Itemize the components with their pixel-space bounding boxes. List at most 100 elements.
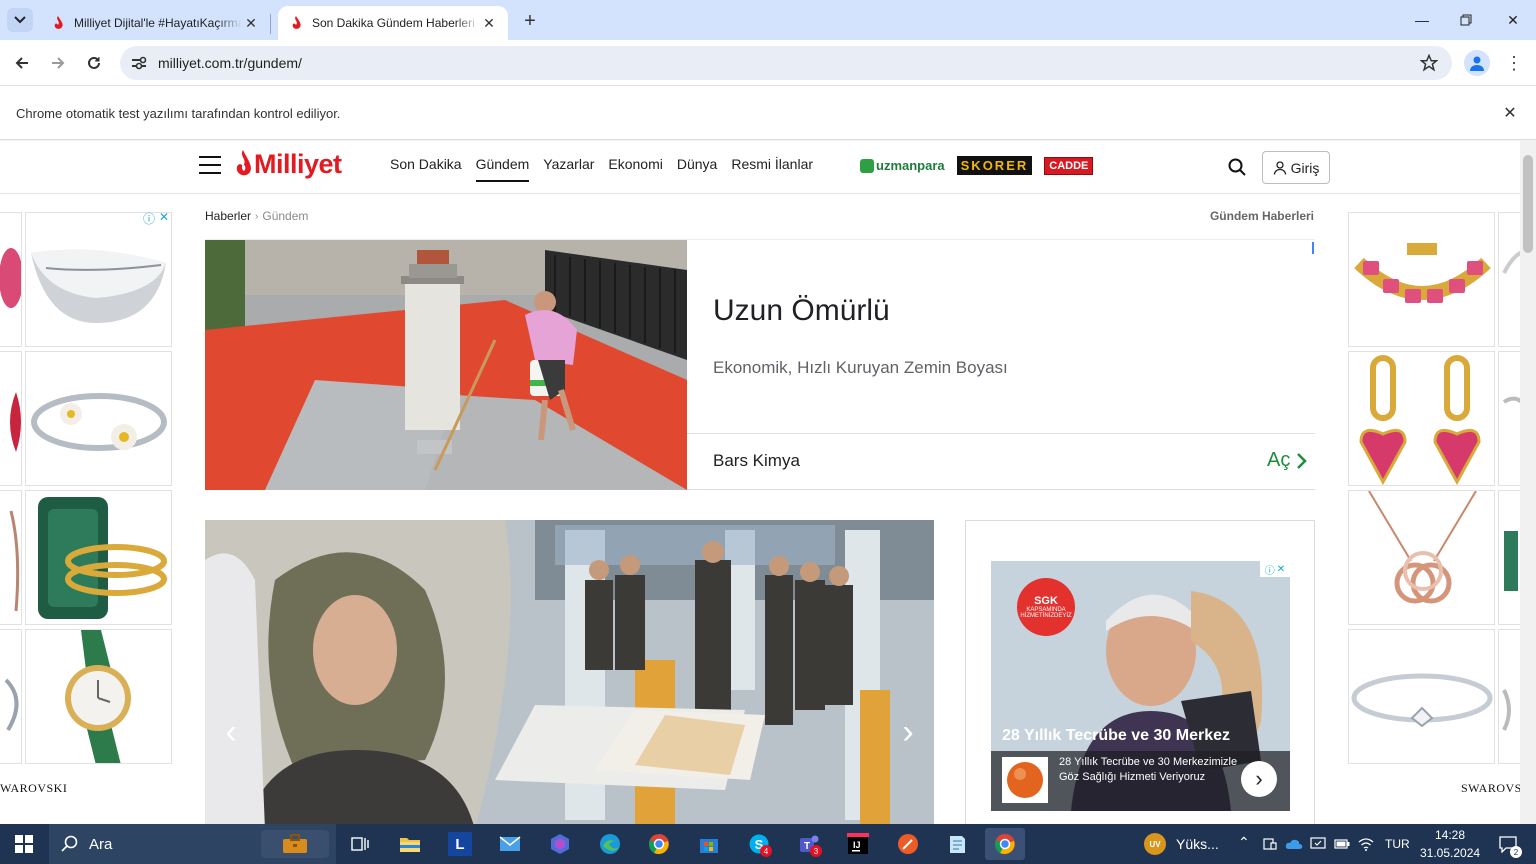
bookmark-star-icon[interactable]: [1414, 48, 1444, 78]
breadcrumb-current[interactable]: Gündem: [262, 209, 308, 223]
tab-milliyet-dijital[interactable]: Milliyet Dijital'le #HayatıKaçırma ✕: [40, 6, 270, 40]
postman-icon[interactable]: [888, 828, 928, 860]
tab-close-icon[interactable]: ✕: [242, 14, 260, 32]
ad-choices[interactable]: ⓘ ✕: [143, 210, 169, 227]
copilot-icon[interactable]: [540, 828, 580, 860]
intellij-icon[interactable]: IJ: [838, 828, 878, 860]
milliyet-logo[interactable]: Milliyet: [234, 147, 342, 181]
product-tile[interactable]: [0, 629, 22, 764]
tab-gundem[interactable]: Son Dakika Gündem Haberleri ✕: [278, 6, 508, 40]
ad-banner-image[interactable]: [205, 240, 687, 490]
infobar-close-icon[interactable]: ✕: [1500, 103, 1520, 123]
product-tile-watch[interactable]: [25, 629, 172, 764]
product-tile-ring[interactable]: [25, 490, 172, 625]
ad-banner[interactable]: Uzun Ömürlü Ekonomik, Hızlı Kuruyan Zemi…: [205, 239, 1315, 490]
slider-next-arrow-icon[interactable]: ›: [894, 710, 922, 754]
minimize-icon[interactable]: —: [1402, 8, 1442, 32]
file-explorer-icon[interactable]: [390, 828, 430, 860]
tab-search-button[interactable]: [7, 8, 33, 32]
browser-toolbar: milliyet.com.tr/gundem/ ⋮: [0, 40, 1536, 86]
nav-son-dakika[interactable]: Son Dakika: [390, 156, 462, 182]
reload-icon[interactable]: [81, 50, 107, 76]
notifications-icon[interactable]: 2: [1488, 828, 1528, 860]
page-viewport: Milliyet Son Dakika Gündem Yazarlar Ekon…: [0, 141, 1536, 824]
product-tile-bowl[interactable]: [25, 212, 172, 347]
tray-network-settings-icon[interactable]: [1308, 828, 1328, 860]
taskbar-search-placeholder: Ara: [89, 835, 113, 853]
page-scrollbar[interactable]: [1520, 141, 1536, 824]
login-button[interactable]: Giriş: [1262, 151, 1330, 184]
skype-icon[interactable]: S 4: [739, 828, 779, 860]
address-bar[interactable]: milliyet.com.tr/gundem/: [120, 46, 1452, 80]
slider-image[interactable]: [205, 520, 934, 824]
ad-open-button[interactable]: Aç: [1267, 449, 1308, 472]
ad-brand[interactable]: Bars Kimya: [713, 451, 800, 471]
news-slider[interactable]: ‹ ›: [205, 520, 934, 824]
sgk-advertiser-logo[interactable]: [1002, 757, 1048, 803]
mail-icon[interactable]: [490, 828, 530, 860]
sgk-ad[interactable]: ⓘ ✕ SGK KAPSAMINDA HİZMETİNİZDEYİZ 28 Yı…: [991, 561, 1290, 811]
uzmanpara-logo[interactable]: uzmanpara: [860, 158, 945, 173]
restore-icon[interactable]: [1446, 8, 1486, 32]
ad-title[interactable]: Uzun Ömürlü: [713, 294, 890, 328]
chrome-icon[interactable]: [639, 828, 679, 860]
forward-arrow-icon[interactable]: [45, 50, 71, 76]
site-info-icon[interactable]: [124, 48, 154, 78]
language-indicator[interactable]: TUR: [1385, 837, 1410, 851]
cadde-logo[interactable]: CADDE: [1044, 156, 1094, 175]
nav-dunya[interactable]: Dünya: [677, 156, 717, 182]
product-tile-bangle[interactable]: [25, 351, 172, 486]
section-title: Gündem Haberleri: [1209, 209, 1314, 223]
microsoft-store-icon[interactable]: [689, 828, 729, 860]
sgk-go-button[interactable]: ›: [1241, 761, 1277, 797]
browser-menu-icon[interactable]: ⋮: [1504, 50, 1524, 76]
ad-info-icon[interactable]: ⓘ: [1265, 562, 1275, 577]
scrollbar-thumb[interactable]: [1523, 155, 1533, 253]
clock-date[interactable]: 31.05.2024: [1420, 846, 1480, 860]
nav-ekonomi[interactable]: Ekonomi: [608, 156, 662, 182]
edge-browser-icon[interactable]: [590, 828, 630, 860]
profile-avatar-icon[interactable]: [1464, 50, 1490, 76]
flame-logo-icon: [236, 150, 251, 176]
back-arrow-icon[interactable]: [9, 50, 35, 76]
chevron-right-icon: [1297, 452, 1308, 469]
breadcrumb-root[interactable]: Haberler: [205, 209, 251, 223]
windows-start-icon[interactable]: [4, 828, 44, 860]
hamburger-menu-icon[interactable]: [199, 156, 221, 174]
tray-chevron-up-icon[interactable]: ⌃: [1238, 834, 1250, 851]
skorer-logo[interactable]: SKORER: [956, 156, 1033, 175]
product-tile-earrings[interactable]: [1348, 351, 1495, 486]
nav-gundem[interactable]: Gündem: [475, 156, 529, 182]
onedrive-cloud-icon[interactable]: [1284, 828, 1304, 860]
ad-close-icon[interactable]: ✕: [159, 210, 169, 227]
task-view-icon[interactable]: [340, 828, 380, 860]
slider-prev-arrow-icon[interactable]: ‹: [217, 710, 245, 754]
nav-resmi-ilanlar[interactable]: Resmi İlanlar: [731, 156, 813, 182]
product-tile[interactable]: [0, 490, 22, 625]
ad-close-icon[interactable]: ✕: [1277, 564, 1285, 575]
ad-choices[interactable]: ⓘ ✕: [1260, 561, 1290, 577]
product-tile-bracelet-pink[interactable]: [1348, 212, 1495, 347]
l-app-icon[interactable]: L: [440, 828, 480, 860]
tray-display-icon[interactable]: [1260, 828, 1280, 860]
product-tile[interactable]: [0, 212, 22, 347]
new-tab-plus-icon[interactable]: +: [518, 9, 542, 33]
ad-info-icon[interactable]: ⓘ: [143, 210, 155, 227]
tab-close-icon[interactable]: ✕: [480, 14, 498, 32]
close-window-icon[interactable]: ✕: [1493, 8, 1533, 32]
nav-yazarlar[interactable]: Yazarlar: [543, 156, 594, 182]
product-tile[interactable]: [0, 351, 22, 486]
weather-text[interactable]: Yüks...: [1176, 836, 1219, 852]
product-tile-necklace[interactable]: [1348, 490, 1495, 625]
battery-icon[interactable]: [1332, 828, 1352, 860]
notepad-icon[interactable]: [937, 828, 977, 860]
chrome-active-icon[interactable]: [985, 828, 1025, 860]
teams-icon[interactable]: T 3: [789, 828, 829, 860]
clock-time[interactable]: 14:28: [1435, 828, 1465, 842]
sgk-headline[interactable]: 28 Yıllık Tecrübe ve 30 Merkez: [1002, 727, 1230, 745]
wifi-icon[interactable]: [1356, 828, 1376, 860]
taskbar-search[interactable]: Ara: [49, 824, 336, 864]
weather-icon[interactable]: UV: [1138, 828, 1172, 860]
search-icon[interactable]: [1226, 156, 1248, 178]
product-tile-tennis-bracelet[interactable]: [1348, 629, 1495, 764]
